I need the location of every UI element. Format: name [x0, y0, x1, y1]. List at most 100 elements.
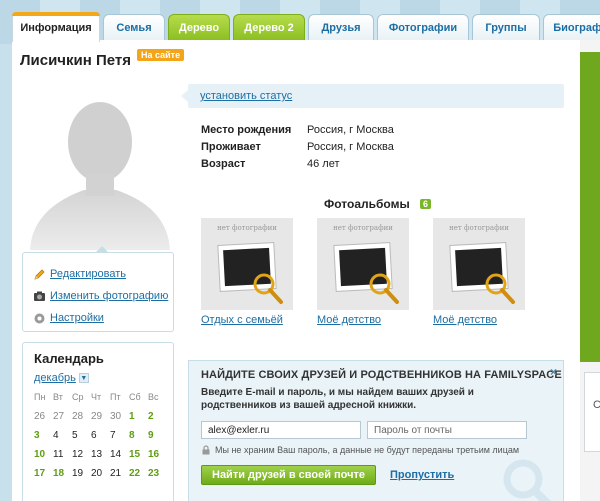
- info-value: 46 лет: [307, 158, 340, 170]
- tab-biography[interactable]: Биография: [543, 14, 600, 40]
- calendar-day[interactable]: 18: [53, 468, 72, 484]
- tab-photos[interactable]: Фотографии: [377, 14, 469, 40]
- tab-tree-2[interactable]: Дерево 2: [233, 14, 305, 40]
- profile-tabs: Информация Семья Дерево Дерево 2 Друзья …: [12, 12, 600, 42]
- info-label: Проживает: [201, 141, 261, 153]
- calendar-day[interactable]: 17: [34, 468, 53, 484]
- album-title-link[interactable]: Отдых с семьёй: [201, 314, 293, 326]
- weekday-label: Пт: [110, 392, 121, 402]
- calendar-day[interactable]: 19: [72, 468, 91, 484]
- calendar-day: 27: [53, 411, 65, 422]
- calendar-day[interactable]: 23: [148, 468, 167, 484]
- calendar-widget: Календарь декабрь ▼ Пн Вт Ср Чт Пт Сб Вс 26 27 28…: [22, 342, 174, 501]
- calendar-day[interactable]: 12: [72, 449, 91, 465]
- weekday-label: Чт: [91, 392, 102, 402]
- gear-icon: [34, 313, 45, 323]
- tab-groups[interactable]: Группы: [472, 14, 540, 40]
- calendar-day[interactable]: 14: [110, 449, 129, 465]
- calendar-day[interactable]: 6: [91, 430, 110, 446]
- change-photo-link[interactable]: Изменить фотографию: [50, 290, 168, 302]
- calendar-day: 28: [72, 411, 84, 422]
- settings-link[interactable]: Настройки: [50, 312, 104, 324]
- skip-link[interactable]: Пропустить: [390, 469, 454, 481]
- calendar-day[interactable]: 3: [34, 430, 53, 446]
- online-badge: На сайте: [137, 49, 185, 61]
- calendar-day[interactable]: 10: [34, 449, 53, 465]
- settings-item[interactable]: Настройки: [33, 307, 173, 329]
- calendar-day[interactable]: 16: [148, 449, 167, 465]
- month-selector[interactable]: декабрь ▼: [34, 372, 163, 384]
- calendar-day[interactable]: 15: [129, 449, 148, 465]
- calendar-day: 26: [34, 411, 46, 422]
- edit-profile-item[interactable]: Редактировать: [33, 263, 173, 285]
- avatar-placeholder-icon: [30, 102, 170, 250]
- album-card[interactable]: нет фотографии Отдых с семьёй: [201, 218, 293, 326]
- empty-album-icon: [449, 242, 515, 304]
- calendar-day[interactable]: 13: [91, 449, 110, 465]
- calendar-day[interactable]: 11: [53, 449, 72, 465]
- tab-info[interactable]: Информация: [12, 12, 100, 42]
- calendar-day[interactable]: 7: [110, 430, 129, 446]
- password-field[interactable]: [367, 421, 527, 439]
- find-friends-box: × НАЙДИТЕ СВОИХ ДРУЗЕЙ И РОДСТВЕННИКОВ Н…: [188, 360, 564, 501]
- calendar-day: 29: [91, 411, 103, 422]
- tab-family[interactable]: Семья: [103, 14, 165, 40]
- right-widget: С: [584, 372, 600, 452]
- pencil-icon: [34, 268, 45, 280]
- chevron-down-icon[interactable]: ▼: [78, 373, 89, 383]
- info-row-birthplace: Место рождения Россия, г Москва: [201, 124, 394, 141]
- calendar-day[interactable]: 20: [91, 468, 110, 484]
- weekday-label: Вт: [53, 392, 63, 402]
- info-row-age: Возраст 46 лет: [201, 158, 394, 175]
- find-friends-title: НАЙДИТЕ СВОИХ ДРУЗЕЙ И РОДСТВЕННИКОВ НА …: [201, 369, 562, 381]
- find-friends-button[interactable]: Найти друзей в своей почте: [201, 465, 377, 485]
- album-title-link[interactable]: Моё детство: [433, 314, 525, 326]
- set-status-link[interactable]: установить статус: [200, 90, 292, 102]
- album-thumbnail[interactable]: нет фотографии: [433, 218, 525, 310]
- info-value: Россия, г Москва: [307, 124, 394, 136]
- weekday-label: Сб: [129, 392, 141, 402]
- avatar[interactable]: [22, 86, 172, 250]
- profile-name: Лисичкин Петя: [20, 52, 131, 69]
- calendar-day[interactable]: 21: [110, 468, 129, 484]
- album-card[interactable]: нет фотографии Моё детство: [433, 218, 525, 326]
- weekday-label: Ср: [72, 392, 84, 402]
- calendar-day[interactable]: 8: [129, 430, 148, 446]
- album-thumbnail[interactable]: нет фотографии: [201, 218, 293, 310]
- album-title-link[interactable]: Моё детство: [317, 314, 409, 326]
- edit-profile-link[interactable]: Редактировать: [50, 268, 126, 280]
- close-icon[interactable]: ×: [550, 365, 557, 379]
- calendar-day[interactable]: 22: [129, 468, 148, 484]
- info-value: Россия, г Москва: [307, 141, 394, 153]
- right-banner: [580, 52, 600, 362]
- album-thumbnail[interactable]: нет фотографии: [317, 218, 409, 310]
- calendar-day[interactable]: 9: [148, 430, 167, 446]
- tab-tree[interactable]: Дерево: [168, 14, 230, 40]
- calendar-day[interactable]: 1: [129, 411, 148, 427]
- profile-actions: Редактировать Изменить фотографию Настро…: [22, 246, 174, 332]
- empty-album-icon: [333, 242, 399, 304]
- calendar-title: Календарь: [34, 351, 104, 366]
- profile-info: Место рождения Россия, г Москва Проживае…: [201, 124, 394, 175]
- find-friends-description: Введите E-mail и пароль, и мы найдем ваш…: [201, 387, 474, 411]
- privacy-text: Мы не храним Ваш пароль, а данные не буд…: [215, 445, 520, 455]
- email-field[interactable]: [201, 421, 361, 439]
- magnifier-icon: [503, 459, 551, 501]
- empty-album-icon: [217, 242, 283, 304]
- weekday-label: Вс: [148, 392, 159, 402]
- calendar-day[interactable]: 2: [148, 411, 167, 427]
- camera-icon: [34, 291, 45, 301]
- albums-title: Фотоальбомы: [324, 197, 410, 211]
- lock-icon: [202, 445, 210, 455]
- month-link[interactable]: декабрь: [34, 372, 76, 384]
- status-bar: установить статус: [181, 84, 564, 108]
- calendar-day[interactable]: 5: [72, 430, 91, 446]
- album-card[interactable]: нет фотографии Моё детство: [317, 218, 409, 326]
- weekday-label: Пн: [34, 392, 46, 402]
- tab-friends[interactable]: Друзья: [308, 14, 374, 40]
- calendar-day[interactable]: 4: [53, 430, 72, 446]
- info-row-residence: Проживает Россия, г Москва: [201, 141, 394, 158]
- info-label: Место рождения: [201, 124, 292, 136]
- info-label: Возраст: [201, 158, 246, 170]
- change-photo-item[interactable]: Изменить фотографию: [33, 285, 173, 307]
